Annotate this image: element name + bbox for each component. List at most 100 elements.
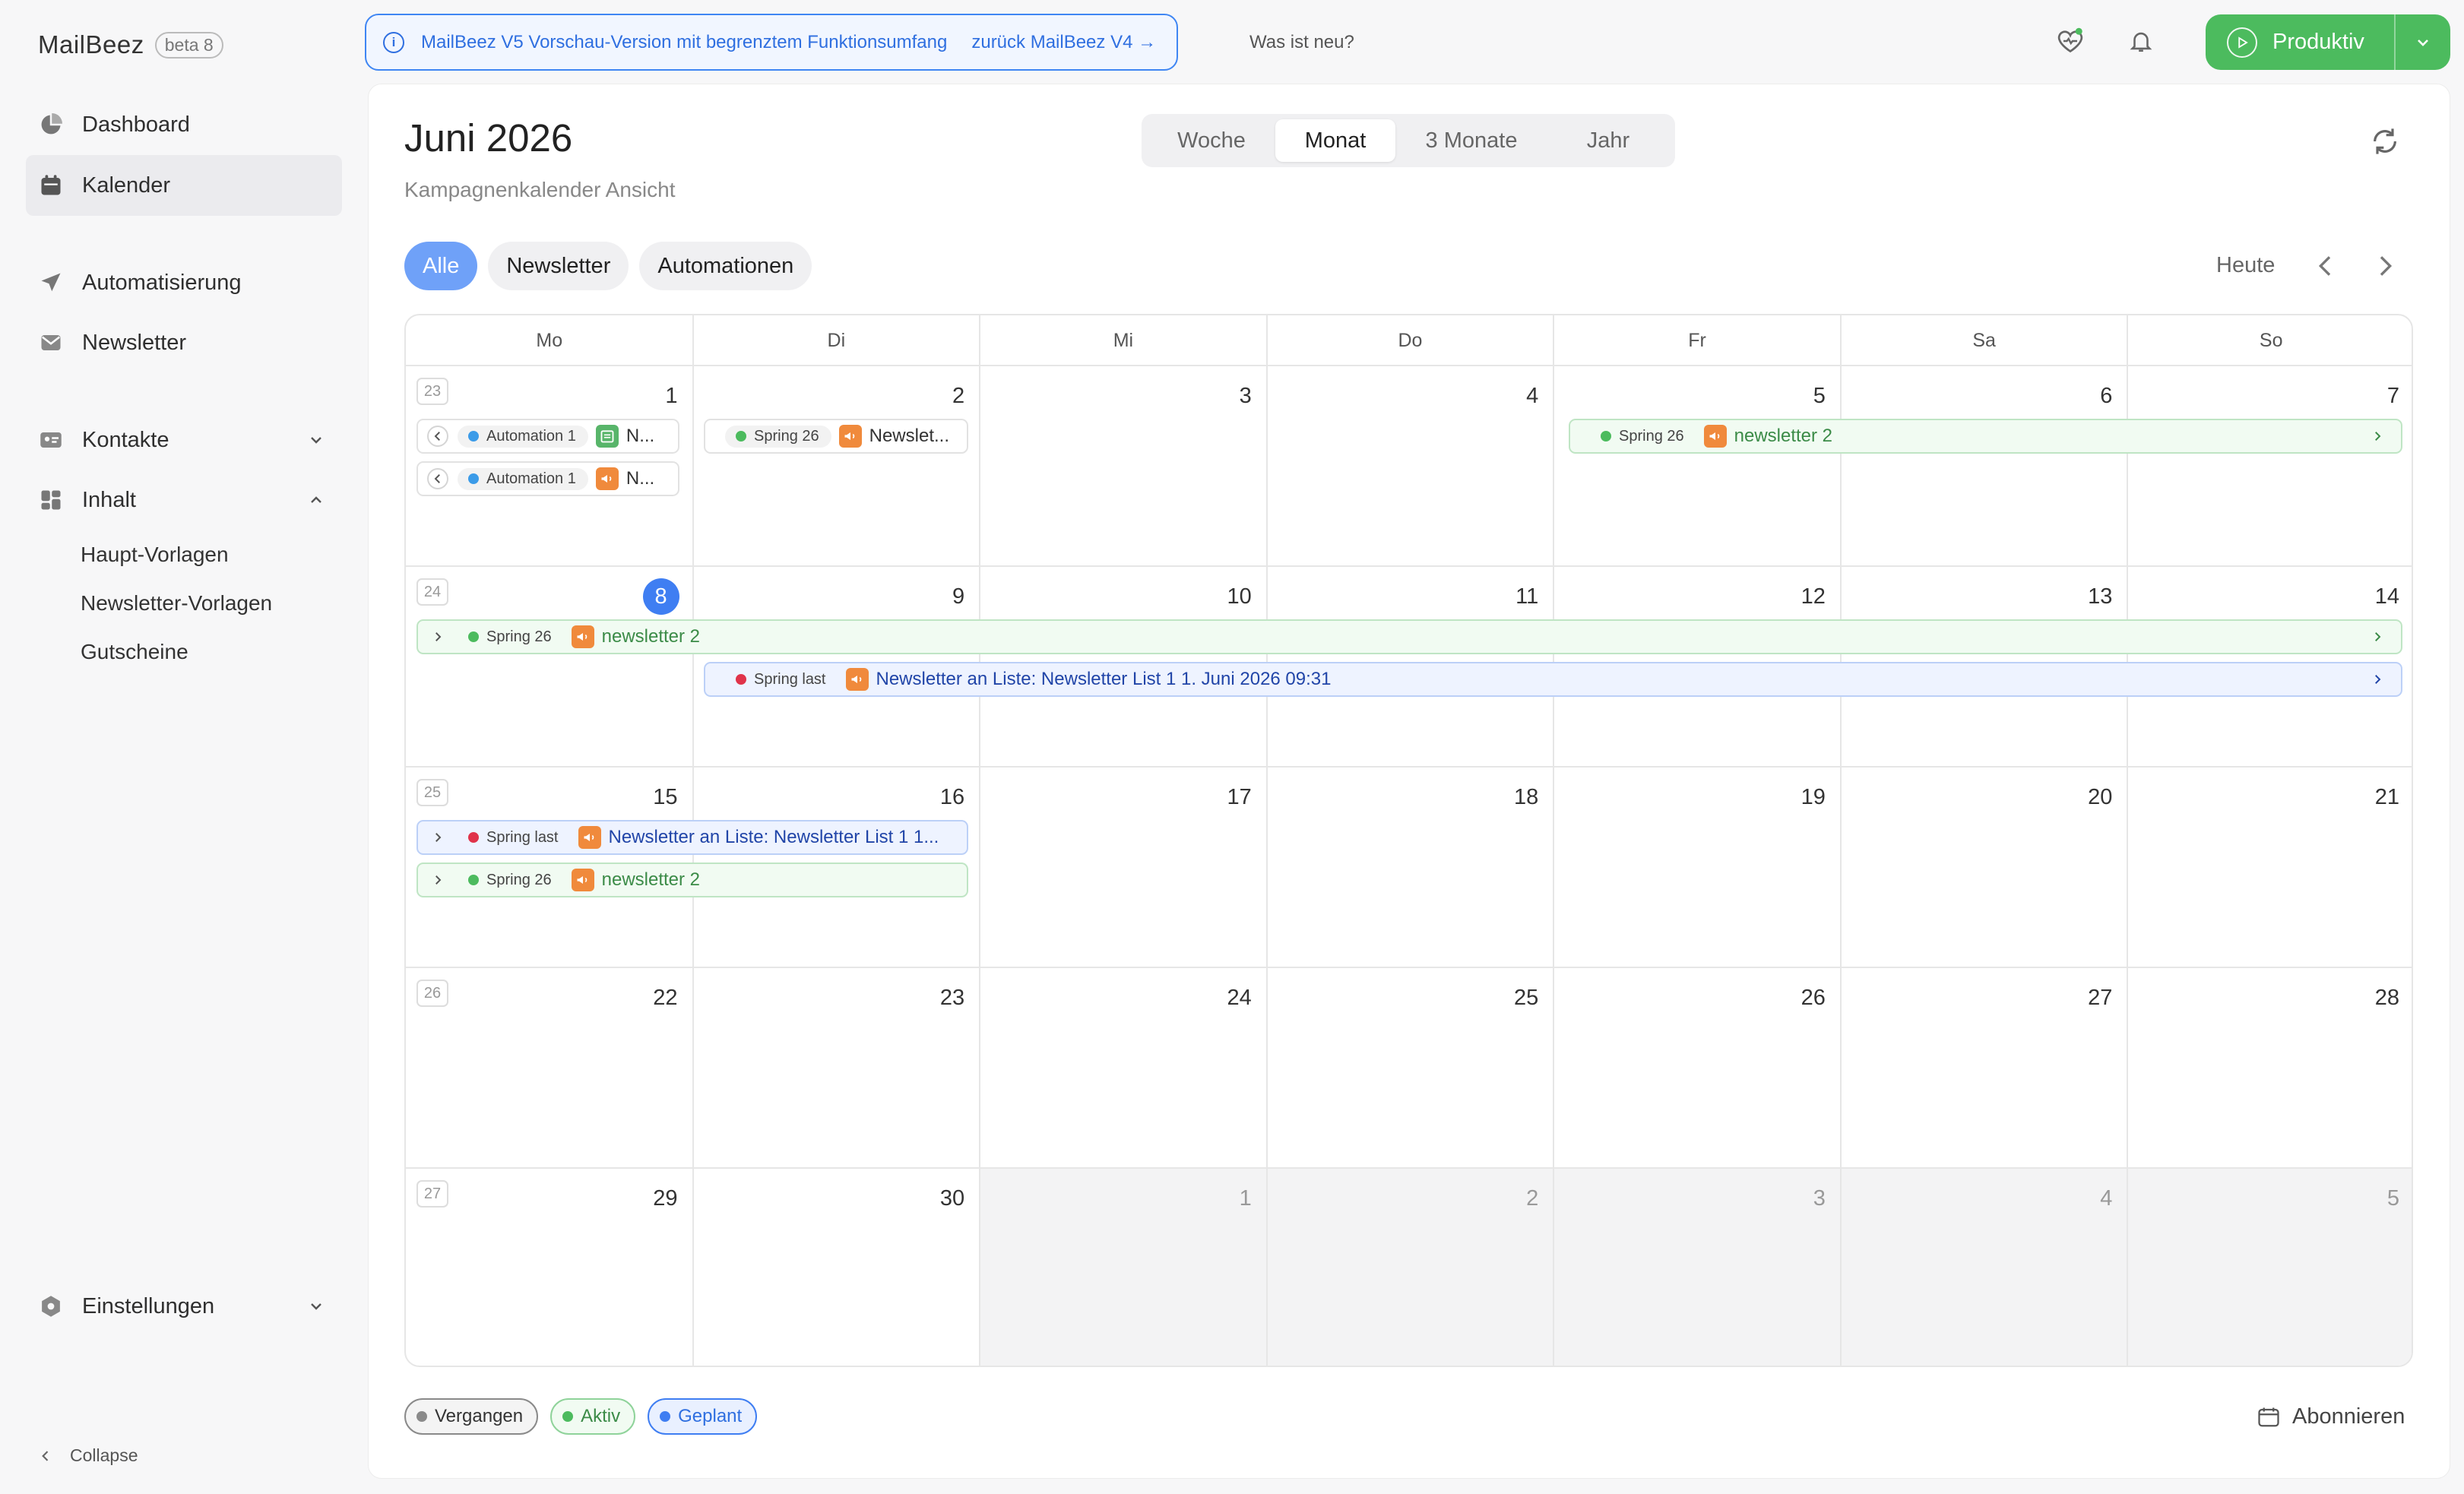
subscribe-label: Abonnieren [2292,1404,2405,1429]
whats-new-link[interactable]: Was ist neu? [1249,32,1354,53]
event-pill[interactable]: Spring 26 newsletter 2 [1569,419,2402,454]
sidebar-item-label: Einstellungen [82,1293,215,1318]
day-number: 10 [1227,584,1252,609]
refresh-icon[interactable] [2370,126,2400,157]
status-dot [562,1411,574,1422]
today-day-number: 8 [642,578,679,615]
legend-label: Geplant [678,1406,743,1426]
calendar-icon [38,173,64,198]
sidebar-item-dashboard[interactable]: Dashboard [26,94,342,155]
weekday-header: Fr [1688,329,1706,351]
day-number: 12 [1800,584,1826,609]
day-number: 25 [1514,986,1539,1010]
sidebar-item-kontakte[interactable]: Kontakte [26,410,342,470]
calendar-list-icon [595,425,619,448]
event-label: newsletter 2 [601,626,701,647]
event-pill[interactable]: Automation 1 N... [416,461,679,496]
next-month-icon[interactable] [2370,251,2400,281]
health-icon[interactable] [2055,26,2086,56]
brand: MailBeez beta 8 [38,30,223,59]
day-number: 5 [1813,384,1826,408]
megaphone-icon [578,826,601,849]
campaign-tag-label: Spring last [486,828,559,846]
megaphone-icon [595,467,619,490]
campaign-tag-label: Automation 1 [486,470,576,487]
legend-vergangen[interactable]: Vergangen [404,1398,539,1435]
event-pill[interactable]: Automation 1 N... [416,419,679,454]
day-number: 26 [1800,986,1826,1010]
filter-alle[interactable]: Alle [404,242,478,290]
day-number: 20 [2088,785,2113,809]
campaign-tag-label: Spring 26 [1619,427,1684,445]
collapse-button[interactable]: Collapse [38,1445,138,1466]
legend-label: Aktiv [581,1406,621,1426]
mode-button[interactable]: Produktiv [2206,14,2450,70]
today-button[interactable]: Heute [2216,253,2275,278]
bell-icon[interactable] [2126,26,2156,56]
status-dot [1601,431,1611,442]
banner-text: MailBeez V5 Vorschau-Version mit begrenz… [421,31,948,52]
day-number: 30 [939,1186,965,1211]
sidebar-item-kalender[interactable]: Kalender [26,155,342,216]
event-pill[interactable]: Spring 26 newsletter 2 [416,619,2402,654]
day-number: 4 [1526,384,1539,408]
day-number: 28 [2374,986,2399,1010]
sidebar-item-inhalt[interactable]: Inhalt [26,470,342,530]
prev-month-icon[interactable] [2310,251,2341,281]
event-pill[interactable]: Spring 26 newsletter 2 [416,863,968,897]
day-number: 7 [2386,384,2399,408]
info-icon: i [383,31,404,53]
day-number: 14 [2374,584,2399,609]
tab-3-monate[interactable]: 3 Monate [1395,119,1547,162]
chevron-right-icon [2371,628,2390,647]
content-icon [38,487,64,513]
tab-woche[interactable]: Woche [1148,119,1275,162]
weekday-header: Di [827,329,846,351]
event-label: Newsletter an Liste: Newsletter List 1 1… [876,669,1332,689]
sidebar-subitem-newsletter-vorlagen[interactable]: Newsletter-Vorlagen [81,591,272,616]
day-number: 11 [1515,584,1539,609]
day-number: 23 [939,986,965,1010]
dashboard-icon [38,112,64,138]
event-pill[interactable]: Spring last Newsletter an Liste: Newslett… [704,662,2402,697]
sidebar-subitem-haupt-vorlagen[interactable]: Haupt-Vorlagen [81,543,229,567]
app-root: MailBeez beta 8 Dashboard Kalender Autom… [0,0,2464,1494]
day-number: 6 [2100,384,2113,408]
sidebar-subitem-gutscheine[interactable]: Gutscheine [81,640,188,664]
megaphone-icon [845,668,869,691]
legend-geplant[interactable]: Geplant [648,1398,758,1435]
sidebar-item-einstellungen[interactable]: Einstellungen [26,1276,342,1337]
weekday-header: Mi [1113,329,1134,351]
day-number: 5 [2386,1186,2399,1211]
sidebar-item-automatisierung[interactable]: Automatisierung [26,252,342,313]
campaign-tag: Automation 1 [458,425,588,448]
status-dot [468,431,479,442]
filter-automationen[interactable]: Automationen [639,242,812,290]
mail-icon [38,330,64,356]
status-dot [468,631,479,642]
weekday-header: Sa [1972,329,1996,351]
chevron-left-icon [427,468,448,489]
brand-name: MailBeez [38,30,144,59]
subscribe-button[interactable]: Abonnieren [2257,1404,2405,1429]
filter-newsletter[interactable]: Newsletter [488,242,629,290]
mode-dropdown-toggle[interactable] [2396,14,2450,70]
legend-aktiv[interactable]: Aktiv [550,1398,636,1435]
back-to-v4-link[interactable]: zurück MailBeez V4 → [971,32,1156,53]
sidebar-item-label: Dashboard [82,112,190,137]
megaphone-icon [1703,425,1727,448]
tab-monat[interactable]: Monat [1275,119,1395,162]
page-title: Juni 2026 [404,116,573,160]
event-label: Newslet... [869,426,949,446]
sidebar-item-newsletter[interactable]: Newsletter [26,312,342,373]
chevron-right-icon [2371,427,2390,447]
status-dot [736,674,746,685]
day-number: 27 [2088,986,2113,1010]
campaign-tag-label: Spring 26 [754,427,819,445]
event-label: newsletter 2 [601,869,701,890]
sidebar-item-label: Kalender [82,173,171,198]
weekday-header: Mo [536,329,563,351]
event-pill[interactable]: Spring last Newsletter an Liste: Newslett… [416,820,968,855]
tab-jahr[interactable]: Jahr [1547,119,1669,162]
event-pill[interactable]: Spring 26 Newslet... [704,419,968,454]
